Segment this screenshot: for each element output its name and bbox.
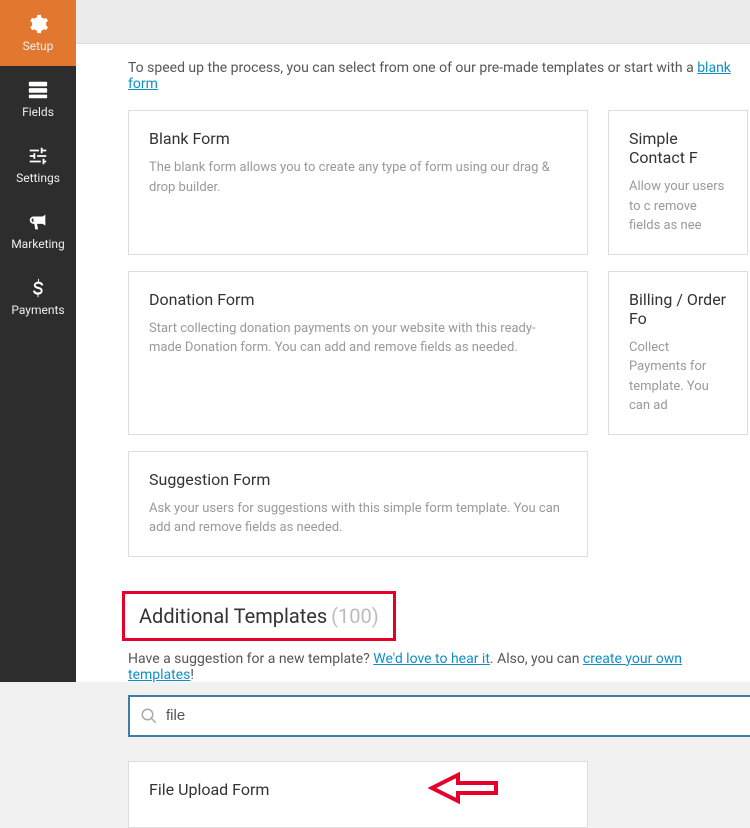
layout-icon bbox=[27, 79, 49, 101]
template-desc: Ask your users for suggestions with this… bbox=[149, 499, 567, 538]
template-desc: Collect Payments for template. You can a… bbox=[629, 338, 727, 416]
template-card-file-upload[interactable]: File Upload Form bbox=[128, 761, 588, 828]
sub-prefix: Have a suggestion for a new template? bbox=[128, 651, 373, 667]
sidebar-item-settings[interactable]: Settings bbox=[0, 132, 76, 198]
additional-subtext: Have a suggestion for a new template? We… bbox=[128, 651, 750, 683]
search-input[interactable] bbox=[166, 707, 740, 724]
template-desc: The blank form allows you to create any … bbox=[149, 158, 567, 197]
sidebar: Setup Fields Settings Marketing Payments bbox=[0, 0, 76, 682]
additional-count: (100) bbox=[331, 604, 379, 628]
arrow-annotation-icon bbox=[428, 771, 498, 806]
template-card-simple-contact[interactable]: Simple Contact F Allow your users to c r… bbox=[608, 110, 748, 255]
template-card-suggestion[interactable]: Suggestion Form Ask your users for sugge… bbox=[128, 451, 588, 557]
template-card-blank[interactable]: Blank Form The blank form allows you to … bbox=[128, 110, 588, 255]
topbar bbox=[76, 0, 750, 44]
result-row: File Upload Form bbox=[128, 761, 750, 828]
template-row: Donation Form Start collecting donation … bbox=[128, 271, 750, 435]
search-icon bbox=[140, 707, 158, 725]
template-title: Simple Contact F bbox=[629, 129, 727, 167]
sidebar-item-label: Setup bbox=[23, 39, 54, 53]
template-title: Donation Form bbox=[149, 290, 567, 309]
additional-title: Additional Templates bbox=[139, 604, 327, 628]
sidebar-item-marketing[interactable]: Marketing bbox=[0, 198, 76, 264]
template-title: Blank Form bbox=[149, 129, 567, 148]
template-desc: Start collecting donation payments on yo… bbox=[149, 319, 567, 358]
sidebar-item-label: Payments bbox=[11, 303, 64, 317]
sidebar-item-label: Fields bbox=[22, 105, 54, 119]
sub-suffix: ! bbox=[190, 667, 194, 683]
search-wrapper[interactable] bbox=[128, 695, 750, 737]
sub-mid: . Also, you can bbox=[490, 651, 583, 667]
bullhorn-icon bbox=[27, 211, 49, 233]
sidebar-item-fields[interactable]: Fields bbox=[0, 66, 76, 132]
suggestion-link[interactable]: We'd love to hear it bbox=[373, 651, 490, 667]
dollar-icon bbox=[27, 277, 49, 299]
sidebar-item-label: Marketing bbox=[11, 237, 65, 251]
gear-icon bbox=[27, 13, 49, 35]
sidebar-item-setup[interactable]: Setup bbox=[0, 0, 76, 66]
main-content: To speed up the process, you can select … bbox=[76, 44, 750, 682]
template-card-billing[interactable]: Billing / Order Fo Collect Payments for … bbox=[608, 271, 748, 435]
template-title: Suggestion Form bbox=[149, 470, 567, 489]
additional-templates-header: Additional Templates (100) bbox=[122, 591, 396, 641]
intro-prefix: To speed up the process, you can select … bbox=[128, 60, 697, 76]
sidebar-item-payments[interactable]: Payments bbox=[0, 264, 76, 330]
template-title: Billing / Order Fo bbox=[629, 290, 727, 328]
template-desc: Allow your users to c remove fields as n… bbox=[629, 177, 727, 236]
template-card-donation[interactable]: Donation Form Start collecting donation … bbox=[128, 271, 588, 435]
template-row: Blank Form The blank form allows you to … bbox=[128, 110, 750, 255]
template-title: File Upload Form bbox=[149, 780, 567, 799]
template-row: Suggestion Form Ask your users for sugge… bbox=[128, 451, 750, 557]
intro-text: To speed up the process, you can select … bbox=[128, 60, 750, 92]
sliders-icon bbox=[27, 145, 49, 167]
sidebar-item-label: Settings bbox=[16, 171, 60, 185]
